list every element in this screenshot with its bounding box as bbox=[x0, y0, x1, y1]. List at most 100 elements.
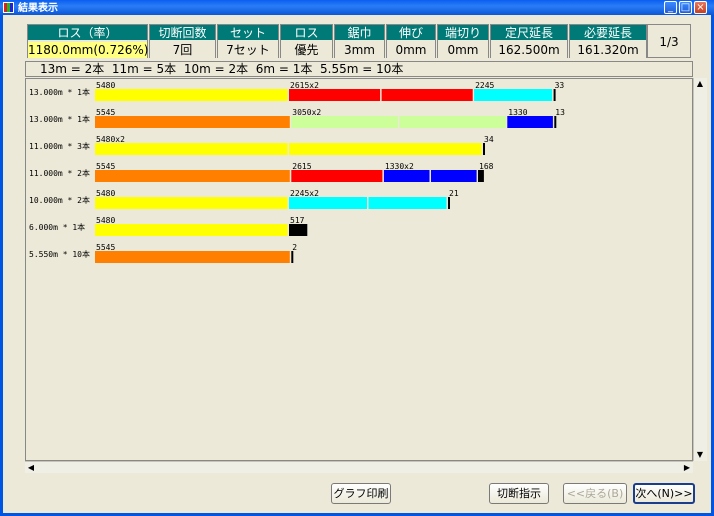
segment-label: 2 bbox=[292, 243, 297, 252]
segment-label: 2615 bbox=[292, 162, 311, 171]
header-value: 7回 bbox=[150, 42, 215, 58]
cut-segment bbox=[291, 251, 294, 263]
page-indicator: 1/3 bbox=[647, 24, 691, 58]
header-label: 切断回数 bbox=[150, 25, 215, 41]
segment-label: 1330 bbox=[508, 108, 527, 117]
cut-segment bbox=[95, 170, 290, 182]
segment-label: 5545 bbox=[96, 162, 115, 171]
segment-label: 5480 bbox=[96, 189, 115, 198]
header-value: 0mm bbox=[438, 42, 488, 58]
maximize-button[interactable]: □ bbox=[679, 1, 692, 14]
title-bar[interactable]: 結果表示 _ □ × bbox=[0, 0, 714, 15]
print-graph-button[interactable]: グラフ印刷 bbox=[331, 483, 391, 504]
cut-segment bbox=[448, 197, 450, 209]
segment-label: 5480x2 bbox=[96, 135, 125, 144]
segment-label: 13 bbox=[555, 108, 565, 117]
header-label: 鋸巾 bbox=[335, 25, 384, 41]
cut-segment bbox=[478, 170, 484, 182]
cut-segment bbox=[95, 251, 290, 263]
cutting-graph: 13.000m * 1本 5480 2615x2 2245 33 13.000m * 1本… bbox=[25, 78, 693, 461]
header-label: ロス（率） bbox=[28, 25, 147, 41]
cut-segment bbox=[95, 143, 288, 155]
header-value: 1180.0mm(0.726%) bbox=[28, 42, 149, 58]
next-button[interactable]: 次へ(N)>> bbox=[633, 483, 695, 504]
cut-segment bbox=[289, 224, 308, 236]
cut-segment bbox=[289, 89, 381, 101]
cut-segment bbox=[381, 89, 473, 101]
segment-label: 34 bbox=[484, 135, 494, 144]
header-value: 優先 bbox=[281, 42, 332, 58]
header-cell: 切断回数 7回 bbox=[149, 24, 216, 58]
cut-segment bbox=[483, 143, 485, 155]
cut-segment bbox=[95, 116, 290, 128]
header-value: 162.500m bbox=[491, 42, 567, 58]
cut-segment bbox=[554, 116, 557, 128]
app-icon bbox=[3, 2, 14, 13]
segment-label: 168 bbox=[479, 162, 494, 171]
header-label: 必要延長 bbox=[570, 25, 646, 41]
cut-segment bbox=[95, 197, 288, 209]
cut-segment bbox=[383, 170, 430, 182]
header-label: 端切り bbox=[438, 25, 488, 41]
row-label: 11.000m * 3本 bbox=[29, 141, 90, 151]
header-label: 定尺延長 bbox=[491, 25, 567, 41]
row-label: 13.000m * 1本 bbox=[29, 114, 90, 124]
cut-segment bbox=[289, 197, 367, 209]
segment-label: 33 bbox=[555, 81, 565, 90]
cut-segment bbox=[507, 116, 553, 128]
cut-instruction-button[interactable]: 切断指示 bbox=[489, 483, 549, 504]
header-cell: 定尺延長 162.500m bbox=[490, 24, 568, 58]
header-cell: セット 7セット bbox=[217, 24, 279, 58]
row-label: 5.550m * 10本 bbox=[29, 249, 90, 259]
row-label: 11.000m * 2本 bbox=[29, 168, 90, 178]
cut-segment bbox=[289, 143, 482, 155]
horizontal-scrollbar[interactable]: ◀ ▶ bbox=[25, 461, 693, 473]
scroll-left-icon[interactable]: ◀ bbox=[25, 462, 37, 474]
segment-label: 3050x2 bbox=[292, 108, 321, 117]
header-value: 7セット bbox=[218, 42, 278, 58]
cut-segment bbox=[291, 116, 398, 128]
row-label: 13.000m * 1本 bbox=[29, 87, 90, 97]
header-cell: 鋸巾 3mm bbox=[334, 24, 385, 58]
header-cell: ロス 優先 bbox=[280, 24, 333, 58]
scroll-down-icon[interactable]: ▼ bbox=[694, 449, 706, 461]
cut-segment bbox=[431, 170, 477, 182]
vertical-scrollbar[interactable]: ▲ ▼ bbox=[693, 78, 707, 461]
close-button[interactable]: × bbox=[694, 1, 707, 14]
scroll-right-icon[interactable]: ▶ bbox=[681, 462, 693, 474]
cut-segment bbox=[95, 89, 288, 101]
length-summary: 13m = 2本 11m = 5本 10m = 2本 6m = 1本 5.55m… bbox=[25, 61, 693, 77]
cut-segment bbox=[553, 89, 556, 101]
header-cell: 伸び 0mm bbox=[386, 24, 436, 58]
header-cell: ロス（率） 1180.0mm(0.726%) bbox=[27, 24, 149, 58]
header-label: ロス bbox=[281, 25, 332, 41]
header-value: 0mm bbox=[387, 42, 435, 58]
header-value: 161.320m bbox=[570, 42, 646, 58]
segment-label: 2245x2 bbox=[290, 189, 319, 198]
window-title: 結果表示 bbox=[18, 3, 58, 14]
header-label: セット bbox=[218, 25, 278, 41]
header-cell: 端切り 0mm bbox=[437, 24, 489, 58]
minimize-button[interactable]: _ bbox=[664, 1, 677, 14]
cut-segment bbox=[291, 170, 383, 182]
scroll-up-icon[interactable]: ▲ bbox=[694, 78, 706, 90]
cut-segment bbox=[368, 197, 447, 209]
result-window: 結果表示 _ □ × ロス（率） 1180.0mm(0.726%) 切断回数 7回 セッ… bbox=[0, 0, 714, 516]
segment-label: 5545 bbox=[96, 108, 115, 117]
back-button[interactable]: <<戻る(B) bbox=[563, 483, 627, 504]
segment-label: 5480 bbox=[96, 216, 115, 225]
header-cell: 必要延長 161.320m bbox=[569, 24, 647, 58]
row-label: 10.000m * 2本 bbox=[29, 195, 90, 205]
cut-segment bbox=[474, 89, 553, 101]
cutting-graph-svg: 13.000m * 1本 5480 2615x2 2245 33 13.000m * 1本… bbox=[29, 81, 565, 263]
header-label: 伸び bbox=[387, 25, 435, 41]
segment-label: 21 bbox=[449, 189, 459, 198]
segment-label: 5545 bbox=[96, 243, 115, 252]
segment-label: 5480 bbox=[96, 81, 115, 90]
segment-label: 1330x2 bbox=[385, 162, 414, 171]
segment-label: 517 bbox=[290, 216, 305, 225]
header-value: 3mm bbox=[335, 42, 384, 58]
segment-label: 2615x2 bbox=[290, 81, 319, 90]
cut-segment bbox=[399, 116, 506, 128]
segment-label: 2245 bbox=[475, 81, 494, 90]
